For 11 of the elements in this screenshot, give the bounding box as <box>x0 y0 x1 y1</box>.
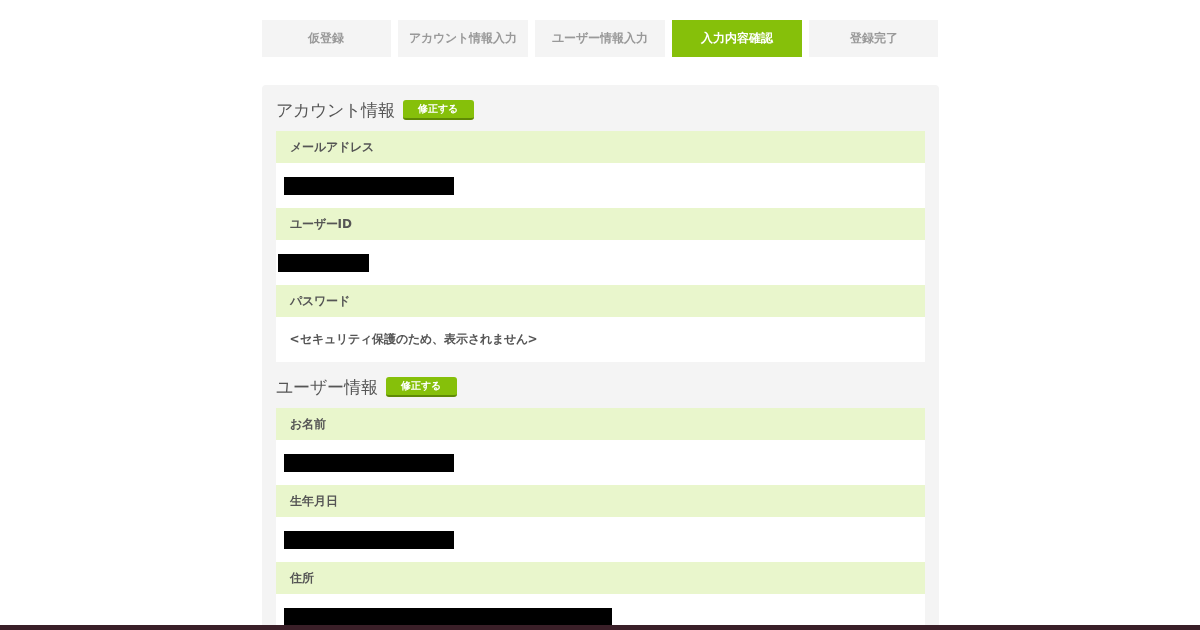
field-label: ユーザーID <box>289 215 352 233</box>
field-label: パスワード <box>289 292 350 310</box>
field-label: お名前 <box>289 415 326 433</box>
edit-button[interactable]: 修正する <box>385 377 457 397</box>
section-title: ユーザー情報 <box>275 375 378 399</box>
field-value: <セキュリティ保護のため、表示されません> <box>288 331 538 348</box>
section-title: アカウント情報 <box>275 98 395 122</box>
field-label: メールアドレス <box>289 138 374 156</box>
field-label: 生年月日 <box>289 492 338 510</box>
field-label: 住所 <box>289 569 314 587</box>
edit-button[interactable]: 修正する <box>402 100 474 120</box>
